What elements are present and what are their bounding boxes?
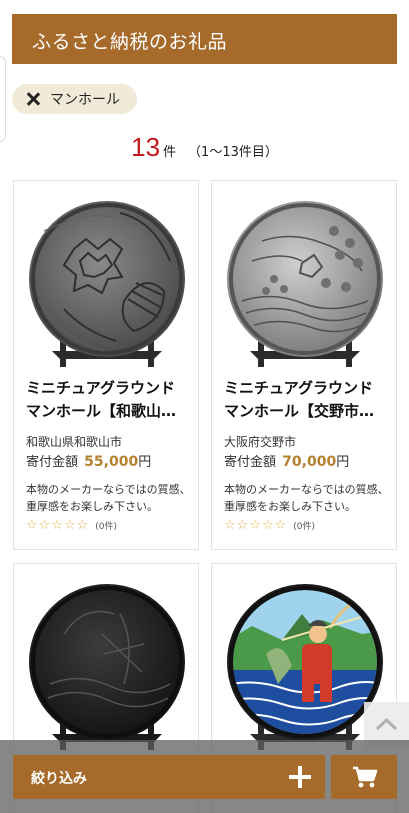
product-card[interactable]: ミニチュアグラウンド マンホール【和歌山… 和歌山県和歌山市 寄付金額 55,0… [13, 180, 199, 550]
amount-unit: 円 [138, 455, 152, 470]
result-count-number: 13 [131, 132, 161, 162]
filter-button-label: 絞り込み [31, 771, 87, 787]
star-icon: ☆ [236, 518, 249, 533]
product-image-katano-manhole[interactable] [222, 191, 388, 371]
filter-chip-manhole[interactable]: マンホール [12, 84, 137, 114]
product-amount: 寄付金額 70,000円 [224, 451, 349, 470]
product-card[interactable]: ミニチュアグラウンド マンホール【交野市… 大阪府交野市 寄付金額 70,000… [211, 180, 397, 550]
product-description: 本物のメーカーならではの質感、重厚感をお楽しみ下さい。 [224, 483, 389, 513]
product-image-black-manhole[interactable] [24, 574, 190, 754]
product-title-line2: マンホール【和歌山… [26, 402, 177, 420]
star-icon: ☆ [274, 518, 287, 533]
close-icon[interactable] [26, 92, 40, 106]
page-header: ふるさと納税のお礼品 [12, 14, 397, 64]
amount-unit: 円 [336, 455, 350, 470]
result-count: 13 件 （1〜13件目） [0, 132, 409, 163]
cart-icon [353, 766, 378, 788]
filter-chip-label: マンホール [50, 92, 120, 108]
filter-button[interactable]: 絞り込み [13, 755, 325, 799]
product-title-line1: ミニチュアグラウンド [26, 379, 175, 397]
amount-label: 寄付金額 [26, 455, 79, 470]
review-count: (0件) [293, 522, 316, 532]
amount-value: 70,000 [282, 454, 337, 470]
star-icon: ☆ [261, 518, 274, 533]
plus-icon [289, 766, 311, 788]
review-count: (0件) [95, 522, 118, 532]
star-icon: ☆ [224, 518, 236, 533]
cart-button[interactable] [331, 755, 397, 799]
product-title-line1: ミニチュアグラウンド [224, 379, 373, 397]
amount-value: 55,000 [84, 454, 139, 470]
star-icon: ☆ [26, 518, 38, 533]
product-region: 和歌山県和歌山市 [26, 435, 123, 449]
product-image-wakayama-manhole[interactable] [24, 191, 190, 371]
star-icon: ☆ [249, 518, 261, 533]
side-drawer-tab[interactable] [0, 56, 6, 142]
page-title: ふるさと納税のお礼品 [32, 31, 228, 53]
star-icon: ☆ [76, 518, 89, 533]
result-count-unit: 件 [163, 145, 177, 160]
star-icon: ☆ [51, 518, 63, 533]
product-rating: ☆ ☆ ☆ ☆ ☆ (0件) [224, 518, 315, 533]
product-title[interactable]: ミニチュアグラウンド マンホール【和歌山… [26, 377, 190, 423]
product-description: 本物のメーカーならではの質感、重厚感をお楽しみ下さい。 [26, 483, 191, 513]
amount-label: 寄付金額 [224, 455, 277, 470]
product-region: 大阪府交野市 [224, 435, 297, 449]
star-icon: ☆ [38, 518, 51, 533]
product-title[interactable]: ミニチュアグラウンド マンホール【交野市… [224, 377, 388, 423]
product-amount: 寄付金額 55,000円 [26, 451, 151, 470]
result-range: （1〜13件目） [188, 145, 278, 160]
star-icon: ☆ [63, 518, 76, 533]
product-title-line2: マンホール【交野市… [224, 402, 375, 420]
product-rating: ☆ ☆ ☆ ☆ ☆ (0件) [26, 518, 117, 533]
